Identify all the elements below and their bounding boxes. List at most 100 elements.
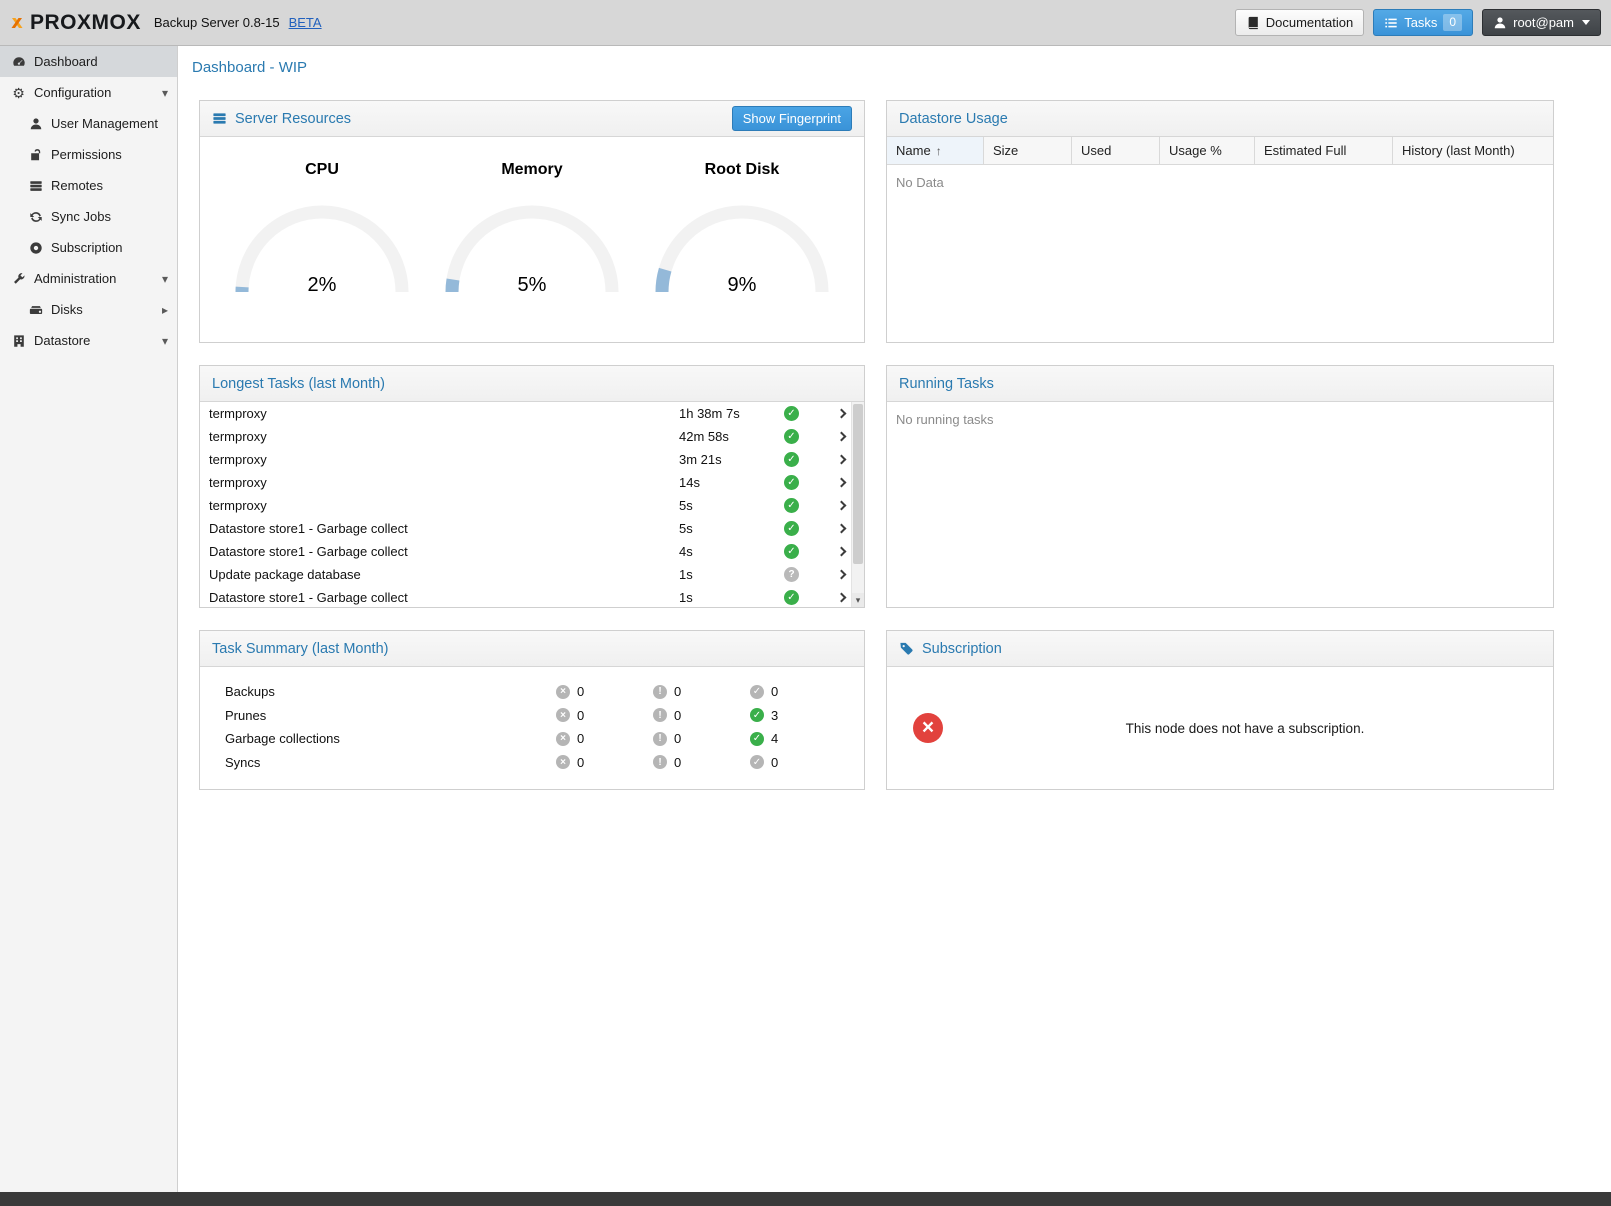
task-summary-panel: Task Summary (last Month) Backups×0!0✓0P… bbox=[199, 630, 865, 790]
task-name: termproxy bbox=[209, 475, 679, 490]
show-fingerprint-button[interactable]: Show Fingerprint bbox=[732, 106, 852, 131]
error-count: 0 bbox=[577, 684, 584, 699]
column-header-estimated-full[interactable]: Estimated Full bbox=[1255, 137, 1393, 164]
summary-row: Garbage collections×0!0✓4 bbox=[225, 727, 864, 751]
status-ok-icon: ✓ bbox=[784, 521, 799, 536]
task-name: Datastore store1 - Garbage collect bbox=[209, 544, 679, 559]
documentation-button[interactable]: Documentation bbox=[1235, 9, 1364, 36]
beta-link[interactable]: BETA bbox=[289, 15, 322, 30]
running-tasks-empty-text: No running tasks bbox=[887, 402, 1553, 607]
column-label: Usage % bbox=[1169, 143, 1222, 158]
sidebar-item-label: User Management bbox=[51, 116, 168, 131]
status-ok-icon: ✓ bbox=[784, 498, 799, 513]
task-name: termproxy bbox=[209, 406, 679, 421]
error-count-icon: × bbox=[556, 755, 570, 769]
column-header-usage[interactable]: Usage % bbox=[1160, 137, 1255, 164]
subscription-icon bbox=[899, 641, 914, 656]
sidebar-item-remotes[interactable]: Remotes bbox=[0, 170, 177, 201]
task-duration: 1s bbox=[679, 567, 784, 582]
ok-count: 0 bbox=[771, 684, 778, 699]
sidebar-item-dashboard[interactable]: Dashboard bbox=[0, 46, 177, 77]
sidebar-item-label: Configuration bbox=[34, 85, 155, 100]
task-row[interactable]: termproxy14s✓ bbox=[200, 471, 864, 494]
column-header-history-last-month[interactable]: History (last Month) bbox=[1393, 137, 1553, 164]
unlock-icon bbox=[27, 148, 44, 162]
column-header-size[interactable]: Size bbox=[984, 137, 1072, 164]
task-row[interactable]: Datastore store1 - Garbage collect4s✓ bbox=[200, 540, 864, 563]
sidebar-item-user-management[interactable]: User Management bbox=[0, 108, 177, 139]
scrollbar-thumb[interactable] bbox=[853, 404, 863, 564]
proxmox-x-icon bbox=[10, 16, 24, 30]
sidebar-item-label: Administration bbox=[34, 271, 155, 286]
gears-icon: ⚙ bbox=[10, 86, 27, 100]
gauge-arc: 2% bbox=[227, 195, 417, 300]
task-summary-body: Backups×0!0✓0Prunes×0!0✓3Garbage collect… bbox=[200, 667, 864, 789]
sidebar-item-label: Permissions bbox=[51, 147, 168, 162]
warning-count: 0 bbox=[674, 684, 681, 699]
gauge-arc: 5% bbox=[437, 195, 627, 300]
error-count: 0 bbox=[577, 708, 584, 723]
task-row[interactable]: Update package database1s? bbox=[200, 563, 864, 586]
warning-count: 0 bbox=[674, 731, 681, 746]
caret-down-icon bbox=[1582, 20, 1590, 25]
panel-title: Task Summary (last Month) bbox=[212, 641, 388, 657]
caret-down-icon[interactable]: ▾ bbox=[162, 334, 168, 348]
app-window: PROXMOX Backup Server 0.8-15 BETA Docume… bbox=[0, 0, 1611, 1206]
sync-icon bbox=[27, 210, 44, 224]
warning-count: 0 bbox=[674, 755, 681, 770]
sidebar-item-disks[interactable]: Disks▸ bbox=[0, 294, 177, 325]
column-label: Size bbox=[993, 143, 1018, 158]
caret-down-icon[interactable]: ▾ bbox=[162, 86, 168, 100]
task-row[interactable]: termproxy42m 58s✓ bbox=[200, 425, 864, 448]
sidebar-item-subscription[interactable]: Subscription bbox=[0, 232, 177, 263]
panel-header: Datastore Usage bbox=[887, 101, 1553, 137]
sidebar-item-configuration[interactable]: ⚙ Configuration ▾ bbox=[0, 77, 177, 108]
sidebar: Dashboard ⚙ Configuration ▾ User Management P… bbox=[0, 46, 178, 1192]
task-row[interactable]: termproxy3m 21s✓ bbox=[200, 448, 864, 471]
panel-header: Running Tasks bbox=[887, 366, 1553, 402]
user-menu-button[interactable]: root@pam bbox=[1482, 9, 1601, 36]
task-name: Update package database bbox=[209, 567, 679, 582]
page-title: Dashboard - WIP bbox=[192, 59, 307, 76]
caret-right-icon[interactable]: ▸ bbox=[162, 303, 168, 317]
task-name: termproxy bbox=[209, 498, 679, 513]
sidebar-item-label: Subscription bbox=[51, 240, 168, 255]
column-header-name[interactable]: Name↑ bbox=[887, 137, 984, 164]
datastore-table-header: Name↑ Size Used Usage % Estimated FullHistor… bbox=[887, 137, 1553, 165]
top-header: PROXMOX Backup Server 0.8-15 BETA Docume… bbox=[0, 0, 1611, 46]
main-area: Dashboard ⚙ Configuration ▾ User Management P… bbox=[0, 46, 1611, 1192]
task-row[interactable]: termproxy5s✓ bbox=[200, 494, 864, 517]
caret-down-icon[interactable]: ▾ bbox=[162, 272, 168, 286]
gauge-value: 9% bbox=[728, 274, 757, 296]
task-row[interactable]: termproxy1h 38m 7s✓ bbox=[200, 402, 864, 425]
sort-asc-icon: ↑ bbox=[936, 144, 942, 158]
task-duration: 4s bbox=[679, 544, 784, 559]
sidebar-item-datastore[interactable]: Datastore▾ bbox=[0, 325, 177, 356]
task-row[interactable]: Datastore store1 - Garbage collect1s✓ bbox=[200, 586, 864, 607]
sidebar-item-administration[interactable]: Administration ▾ bbox=[0, 263, 177, 294]
error-count: 0 bbox=[577, 755, 584, 770]
warning-count-icon: ! bbox=[653, 708, 667, 722]
warning-count-icon: ! bbox=[653, 755, 667, 769]
sidebar-item-permissions[interactable]: Permissions bbox=[0, 139, 177, 170]
task-row[interactable]: Datastore store1 - Garbage collect5s✓ bbox=[200, 517, 864, 540]
sidebar-item-label: Remotes bbox=[51, 178, 168, 193]
gauges-area: CPU2%Memory5%Root Disk9% bbox=[200, 137, 864, 342]
subscription-panel: Subscription × This node does not have a… bbox=[886, 630, 1554, 790]
status-ok-icon: ✓ bbox=[784, 406, 799, 421]
tasks-label: Tasks bbox=[1404, 15, 1437, 30]
status-ok-icon: ✓ bbox=[784, 544, 799, 559]
sidebar-item-sync-jobs[interactable]: Sync Jobs bbox=[0, 201, 177, 232]
tasks-button[interactable]: Tasks 0 bbox=[1373, 9, 1473, 36]
column-header-used[interactable]: Used bbox=[1072, 137, 1160, 164]
panel-title: Longest Tasks (last Month) bbox=[212, 376, 385, 392]
scrollbar-down-button[interactable]: ▾ bbox=[852, 593, 864, 607]
summary-row: Backups×0!0✓0 bbox=[225, 680, 864, 704]
datastore-icon bbox=[10, 334, 27, 348]
warning-count-icon: ! bbox=[653, 732, 667, 746]
task-duration: 1h 38m 7s bbox=[679, 406, 784, 421]
task-name: Datastore store1 - Garbage collect bbox=[209, 521, 679, 536]
warning-count: 0 bbox=[674, 708, 681, 723]
task-list: termproxy1h 38m 7s✓termproxy42m 58s✓term… bbox=[200, 402, 864, 607]
error-count-icon: × bbox=[556, 708, 570, 722]
